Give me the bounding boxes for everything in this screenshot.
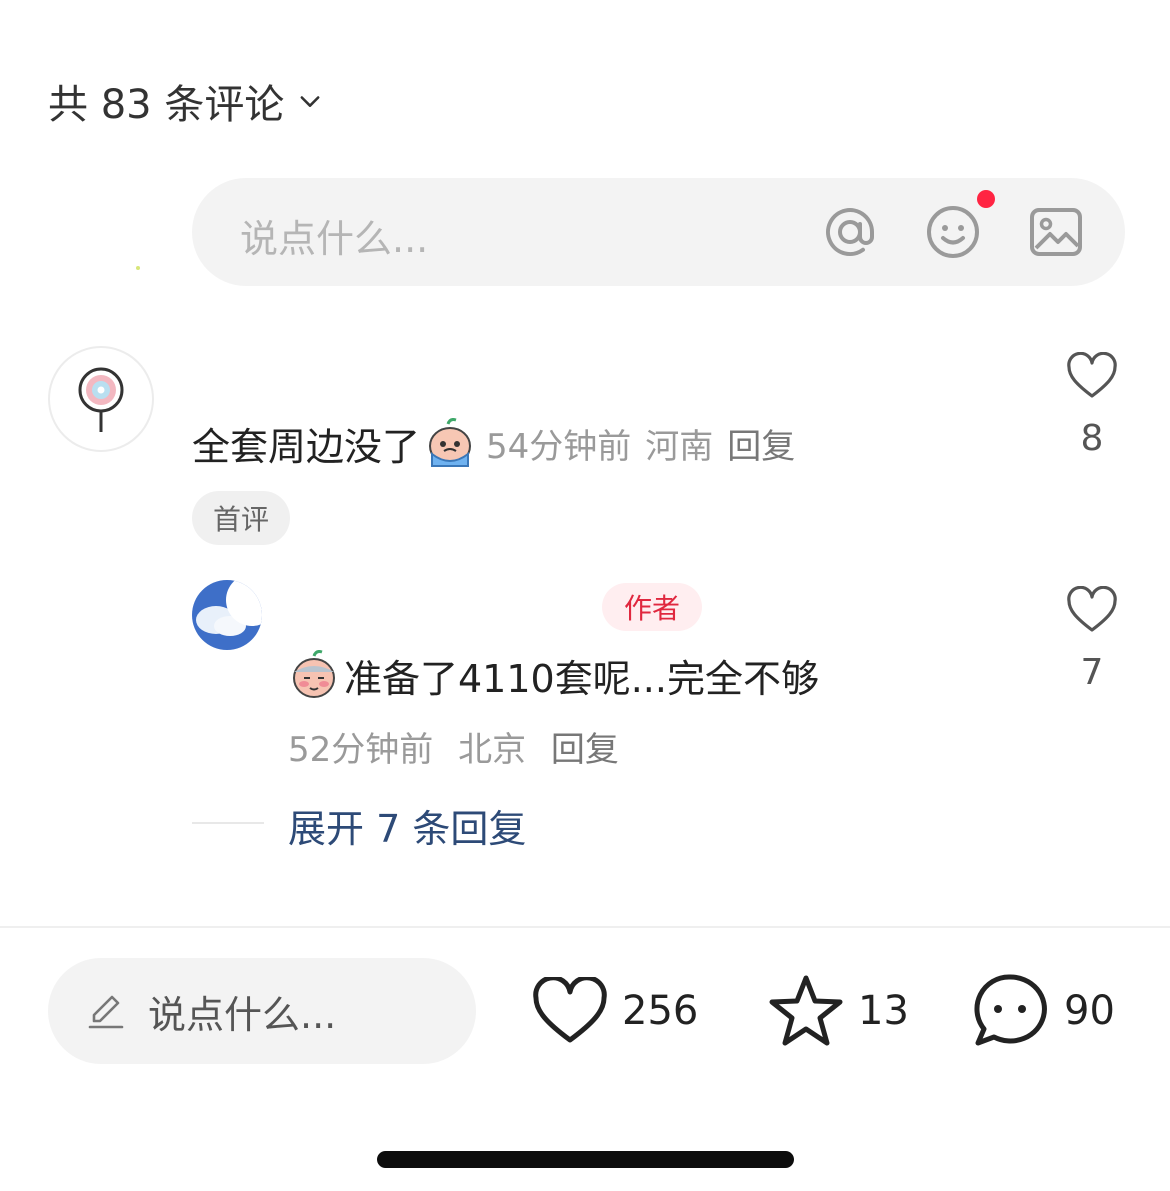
like-count: 7	[1080, 652, 1104, 693]
emoji-icon[interactable]	[925, 204, 981, 260]
crying-emoji-icon	[429, 417, 472, 467]
blushing-emoji-icon	[293, 649, 335, 698]
comment-text: 准备了4110套呢...完全不够	[344, 657, 819, 701]
comment-input-placeholder[interactable]: 说点什么...	[240, 208, 428, 263]
chevron-down-icon	[300, 96, 320, 107]
comment-time: 54分钟前	[486, 427, 632, 467]
like-count: 8	[1080, 418, 1104, 459]
bottom-comment-input[interactable]: 说点什么...	[48, 958, 476, 1064]
comment-count: 90	[1064, 988, 1115, 1034]
comment-meta: 52分钟前 北京 回复	[288, 722, 619, 771]
avatar[interactable]	[192, 580, 262, 650]
divider-line	[192, 822, 264, 824]
expand-replies-button[interactable]: 展开 7 条回复	[288, 798, 526, 853]
section-divider	[0, 926, 1170, 928]
comment-text-row: 全套周边没了 54分钟前 河南 回复	[192, 416, 795, 471]
avatar[interactable]	[48, 346, 154, 452]
star-icon	[769, 975, 843, 1046]
pencil-icon	[88, 995, 124, 1029]
at-icon[interactable]	[822, 204, 878, 260]
heart-icon	[533, 977, 607, 1043]
home-indicator[interactable]	[377, 1151, 794, 1168]
cloud-avatar-icon	[192, 580, 262, 650]
comment-bubble-icon	[974, 974, 1047, 1046]
decorative-dot	[136, 266, 140, 270]
favorite-button[interactable]: 13	[768, 968, 909, 1054]
comment-text-row: 准备了4110套呢...完全不够	[288, 648, 819, 703]
like-button[interactable]: 7	[1062, 585, 1122, 693]
like-button[interactable]: 256	[532, 968, 698, 1054]
reply-link[interactable]: 回复	[551, 730, 619, 770]
comment-time: 52分钟前	[288, 730, 434, 770]
notification-dot	[977, 190, 995, 208]
comment-location: 河南	[645, 427, 714, 467]
like-button[interactable]: 8	[1062, 351, 1122, 459]
comment-location: 北京	[458, 730, 527, 770]
reply-link[interactable]: 回复	[727, 419, 795, 468]
comment-count-header[interactable]: 共 83 条评论	[48, 72, 324, 130]
image-icon[interactable]	[1028, 204, 1084, 260]
comment-input-bar[interactable]: 说点什么...	[192, 178, 1125, 286]
like-count: 256	[622, 988, 699, 1034]
lollipop-avatar-icon	[78, 367, 124, 432]
first-comment-tag: 首评	[192, 491, 290, 545]
comment-text: 全套周边没了	[192, 425, 421, 469]
comment-count-label: 共 83 条评论	[48, 82, 285, 128]
heart-icon	[1067, 351, 1117, 398]
bottom-input-placeholder[interactable]: 说点什么...	[148, 984, 336, 1039]
favorite-count: 13	[858, 988, 909, 1034]
author-badge: 作者	[602, 583, 702, 631]
comments-button[interactable]: 90	[970, 968, 1115, 1054]
heart-icon	[1067, 585, 1117, 632]
